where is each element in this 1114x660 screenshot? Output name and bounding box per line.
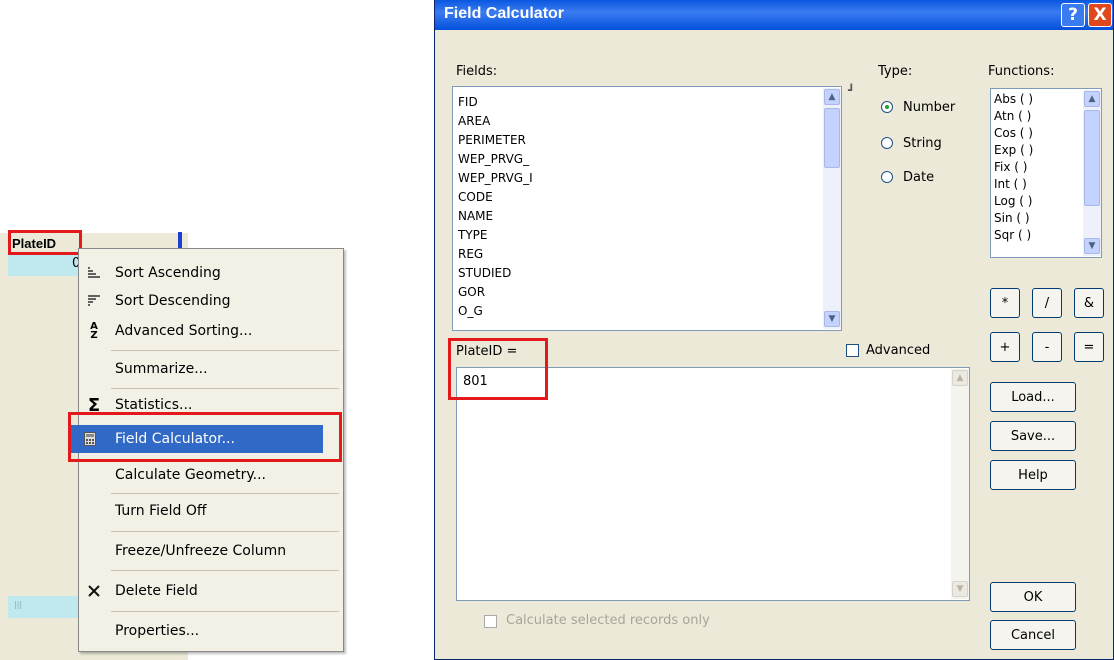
advanced-checkbox[interactable]: [846, 344, 859, 357]
type-string-label: String: [903, 136, 942, 151]
close-icon[interactable]: X: [1088, 3, 1112, 27]
resize-grip-icon[interactable]: ┛: [848, 84, 855, 97]
sort-descending-icon: [79, 295, 109, 307]
menu-item-label: Properties...: [115, 623, 200, 639]
menu-item-label: Sort Descending: [115, 293, 231, 309]
scroll-thumb[interactable]: [1084, 110, 1100, 206]
operator-plus-button[interactable]: +: [990, 332, 1020, 362]
operator-divide-button[interactable]: /: [1032, 288, 1062, 318]
menu-item-label: Advanced Sorting...: [115, 323, 253, 339]
scroll-down-icon[interactable]: ▼: [1084, 238, 1100, 254]
delete-x-icon: [79, 584, 109, 598]
list-item[interactable]: Atn ( ): [994, 108, 1031, 125]
list-item[interactable]: Log ( ): [994, 193, 1032, 210]
menu-separator: [111, 493, 339, 494]
menu-item-label: Calculate Geometry...: [115, 467, 266, 483]
save-button[interactable]: Save...: [990, 421, 1076, 451]
annotation-box-field-calculator: [68, 412, 342, 462]
list-item[interactable]: STUDIED: [458, 264, 511, 283]
list-item[interactable]: FID: [458, 93, 478, 112]
type-number-radio[interactable]: [881, 101, 893, 113]
menu-separator: [111, 611, 339, 612]
type-number-label: Number: [903, 100, 956, 115]
scroll-thumb[interactable]: [824, 108, 840, 168]
type-date-radio[interactable]: [881, 171, 893, 183]
menu-separator: [111, 350, 339, 351]
scroll-up-icon[interactable]: ▲: [952, 370, 968, 386]
menu-item-label: Sort Ascending: [115, 265, 221, 281]
list-item[interactable]: PERIMETER: [458, 131, 526, 150]
menu-item-calculate-geometry[interactable]: Calculate Geometry...: [79, 461, 343, 489]
menu-separator: [111, 531, 339, 532]
list-item[interactable]: Cos ( ): [994, 125, 1033, 142]
list-item[interactable]: Fix ( ): [994, 159, 1027, 176]
type-label: Type:: [878, 64, 913, 79]
sort-ascending-icon: [79, 267, 109, 279]
functions-label: Functions:: [988, 64, 1055, 79]
list-item[interactable]: WEP_PRVG_: [458, 150, 529, 169]
menu-item-label: Turn Field Off: [115, 503, 207, 519]
fields-list[interactable]: FID AREA PERIMETER WEP_PRVG_ WEP_PRVG_I …: [452, 86, 842, 331]
scroll-grip: |||: [14, 600, 23, 609]
menu-item-delete-field[interactable]: Delete Field: [79, 577, 343, 605]
annotation-box-expression: [448, 338, 548, 400]
dialog-title: Field Calculator: [444, 5, 565, 22]
help-icon[interactable]: ?: [1061, 3, 1085, 27]
fields-label: Fields:: [456, 64, 498, 79]
menu-item-turn-field-off[interactable]: Turn Field Off: [79, 497, 343, 525]
menu-separator: [111, 388, 339, 389]
list-item[interactable]: CODE: [458, 188, 493, 207]
list-item[interactable]: REG: [458, 245, 483, 264]
menu-item-label: Freeze/Unfreeze Column: [115, 543, 287, 559]
operator-ampersand-button[interactable]: &: [1074, 288, 1104, 318]
advanced-label: Advanced: [866, 343, 931, 358]
type-string-radio[interactable]: [881, 137, 893, 149]
list-item[interactable]: Exp ( ): [994, 142, 1033, 159]
cancel-button[interactable]: Cancel: [990, 620, 1076, 650]
list-item[interactable]: NAME: [458, 207, 493, 226]
scroll-down-icon[interactable]: ▼: [952, 581, 968, 597]
list-item[interactable]: O_G: [458, 302, 483, 321]
menu-item-label: Statistics...: [115, 397, 193, 413]
menu-item-label: Delete Field: [115, 583, 198, 599]
selected-only-checkbox[interactable]: [484, 615, 497, 628]
help-button[interactable]: Help: [990, 460, 1076, 490]
menu-separator: [111, 570, 339, 571]
menu-item-label: Summarize...: [115, 361, 208, 377]
menu-item-advanced-sorting[interactable]: A Z Advanced Sorting...: [79, 317, 343, 345]
list-item[interactable]: Sin ( ): [994, 210, 1030, 227]
list-item[interactable]: AREA: [458, 112, 490, 131]
expression-textarea[interactable]: 801 ▲ ▼: [456, 367, 970, 601]
list-item[interactable]: Abs ( ): [994, 91, 1033, 108]
ok-button[interactable]: OK: [990, 582, 1076, 612]
scroll-up-icon[interactable]: ▲: [824, 89, 840, 105]
fields-scrollbar[interactable]: ▲ ▼: [823, 88, 841, 329]
list-item[interactable]: GOR: [458, 283, 485, 302]
operator-minus-button[interactable]: -: [1032, 332, 1062, 362]
az-sort-icon: AZ: [90, 321, 98, 341]
functions-scrollbar[interactable]: ▲ ▼: [1083, 90, 1101, 256]
expression-scrollbar[interactable]: ▲ ▼: [951, 369, 969, 599]
operator-equals-button[interactable]: =: [1074, 332, 1104, 362]
menu-item-freeze-column[interactable]: Freeze/Unfreeze Column: [79, 537, 343, 565]
menu-item-summarize[interactable]: Summarize...: [79, 355, 343, 383]
selected-only-label: Calculate selected records only: [506, 613, 710, 628]
menu-item-sort-ascending[interactable]: Sort Ascending: [79, 259, 343, 287]
functions-list[interactable]: Abs ( ) Atn ( ) Cos ( ) Exp ( ) Fix ( ) …: [990, 88, 1102, 258]
scroll-up-icon[interactable]: ▲: [1084, 91, 1100, 107]
list-item[interactable]: WEP_PRVG_I: [458, 169, 533, 188]
menu-item-properties[interactable]: Properties...: [79, 617, 343, 645]
list-item[interactable]: Sqr ( ): [994, 227, 1031, 244]
list-item[interactable]: TYPE: [458, 226, 487, 245]
operator-multiply-button[interactable]: *: [990, 288, 1020, 318]
list-item[interactable]: Int ( ): [994, 176, 1027, 193]
type-date-label: Date: [903, 170, 935, 185]
menu-item-sort-descending[interactable]: Sort Descending: [79, 287, 343, 315]
scroll-down-icon[interactable]: ▼: [824, 311, 840, 327]
load-button[interactable]: Load...: [990, 382, 1076, 412]
annotation-box-plateid: [8, 230, 82, 255]
